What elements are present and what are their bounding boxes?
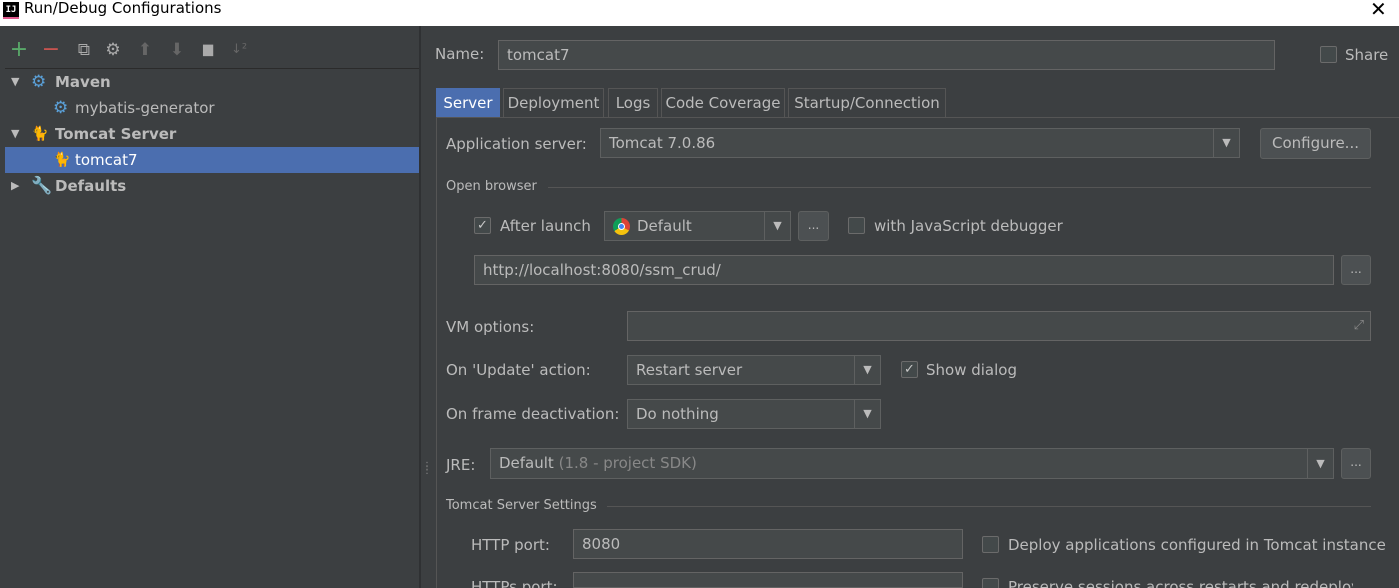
tree-item-label: Maven <box>55 73 111 91</box>
name-input[interactable]: tomcat7 <box>498 40 1275 70</box>
tree-item-defaults[interactable]: ▶ 🔧 Defaults <box>5 173 419 199</box>
browser-select[interactable]: Default ▼ <box>604 211 791 241</box>
maven-gear-icon: ⚙ <box>53 98 69 118</box>
jre-hint: (1.8 - project SDK) <box>558 454 697 472</box>
tree-item-mybatis-generator[interactable]: ⚙ mybatis-generator <box>5 95 419 121</box>
deploy-label: Deploy applications configured in Tomcat… <box>1008 536 1386 554</box>
application-server-label: Application server: <box>446 135 587 153</box>
jre-ellipsis-button[interactable]: ... <box>1341 448 1371 479</box>
wrench-icon: 🔧 <box>31 176 53 196</box>
chevron-down-icon[interactable]: ▼ <box>1307 449 1333 478</box>
chevron-down-icon[interactable]: ▼ <box>764 212 790 240</box>
splitter-grip-icon[interactable]: ⋮ ⋮ <box>422 462 432 476</box>
chevron-down-icon[interactable]: ▼ <box>854 400 880 428</box>
tab-server[interactable]: Server <box>436 88 500 117</box>
jre-label: JRE: <box>446 456 476 474</box>
preserve-sessions-label: Preserve sessions across restarts and re… <box>1008 578 1353 588</box>
vm-options-input[interactable]: ⤢ <box>627 311 1371 341</box>
https-port-label: HTTPs port: <box>471 578 558 588</box>
tree-item-label: Defaults <box>55 177 127 195</box>
show-dialog-label: Show dialog <box>926 361 1017 379</box>
move-up-icon[interactable]: ⬆ <box>134 38 156 62</box>
expand-arrow-icon[interactable]: ▼ <box>11 69 23 95</box>
configuration-tree: ▼ ⚙ Maven ⚙ mybatis-generator ▼ 🐈 Tomcat… <box>5 68 419 588</box>
name-label: Name: <box>435 45 485 63</box>
http-port-input[interactable]: 8080 <box>573 529 963 559</box>
remove-icon[interactable]: − <box>40 38 62 62</box>
close-icon[interactable]: ✕ <box>1370 0 1387 21</box>
collapse-arrow-icon[interactable]: ▶ <box>11 173 23 199</box>
application-server-select[interactable]: Tomcat 7.0.86 ▼ <box>600 128 1240 158</box>
configure-button[interactable]: Configure... <box>1260 128 1371 159</box>
tree-item-label: tomcat7 <box>75 151 138 169</box>
https-port-input[interactable] <box>573 572 963 588</box>
after-launch-checkbox[interactable]: ✓ <box>474 217 491 234</box>
tree-item-label: mybatis-generator <box>75 99 215 117</box>
js-debugger-checkbox[interactable] <box>848 217 865 234</box>
http-port-label: HTTP port: <box>471 536 550 554</box>
sort-icon[interactable]: ↓² <box>228 38 250 62</box>
chrome-icon-center <box>618 223 625 230</box>
tab-startup-connection[interactable]: Startup/Connection <box>788 88 946 117</box>
tree-item-maven[interactable]: ▼ ⚙ Maven <box>5 69 419 95</box>
copy-icon[interactable]: ⧉ <box>73 38 95 62</box>
intellij-app-icon: IJ <box>3 2 19 19</box>
tab-code-coverage[interactable]: Code Coverage <box>661 88 785 117</box>
chevron-down-icon[interactable]: ▼ <box>1213 129 1239 157</box>
vm-options-label: VM options: <box>446 318 535 336</box>
title-bar: IJ Run/Debug Configurations ✕ <box>0 0 1399 26</box>
edit-defaults-icon[interactable]: ⚙ <box>102 38 124 62</box>
tab-deployment[interactable]: Deployment <box>503 88 604 117</box>
tree-item-tomcat7[interactable]: 🐈 tomcat7 <box>5 147 419 173</box>
chevron-down-icon[interactable]: ▼ <box>854 356 880 384</box>
after-launch-label: After launch <box>500 217 591 235</box>
expand-arrow-icon[interactable]: ▼ <box>11 121 23 147</box>
tree-item-label: Tomcat Server <box>55 125 177 143</box>
section-divider <box>607 506 1371 507</box>
jre-value: Default <box>499 454 554 472</box>
tomcat-settings-section-label: Tomcat Server Settings <box>446 498 597 513</box>
splitter[interactable] <box>419 26 421 588</box>
browser-value: Default <box>637 217 692 235</box>
tomcat-icon: 🐈 <box>31 126 49 142</box>
share-label: Share <box>1345 46 1389 64</box>
window-title: Run/Debug Configurations <box>24 0 222 17</box>
startup-url-input[interactable]: http://localhost:8080/ssm_crud/ <box>474 255 1334 285</box>
jre-select[interactable]: Default (1.8 - project SDK) ▼ <box>490 448 1334 479</box>
deploy-checkbox[interactable] <box>982 536 999 553</box>
add-icon[interactable]: + <box>8 38 30 62</box>
expand-icon[interactable]: ⤢ <box>1354 312 1364 340</box>
tomcat-icon: 🐈 <box>53 152 71 168</box>
on-update-select[interactable]: Restart server ▼ <box>627 355 881 385</box>
section-divider <box>548 187 1371 188</box>
tab-logs[interactable]: Logs <box>608 88 658 117</box>
on-update-value: Restart server <box>636 361 743 379</box>
browser-ellipsis-button[interactable]: ... <box>798 211 829 241</box>
show-dialog-checkbox[interactable]: ✓ <box>901 361 918 378</box>
application-server-value: Tomcat 7.0.86 <box>609 134 716 152</box>
share-checkbox[interactable] <box>1320 46 1337 63</box>
tree-item-tomcat-server[interactable]: ▼ 🐈 Tomcat Server <box>5 121 419 147</box>
preserve-sessions-checkbox[interactable] <box>982 578 999 588</box>
on-frame-deactivation-select[interactable]: Do nothing ▼ <box>627 399 881 429</box>
url-ellipsis-button[interactable]: ... <box>1341 255 1371 285</box>
folder-icon[interactable]: ▆ <box>197 38 219 62</box>
on-frame-deactivation-label: On frame deactivation: <box>446 405 620 423</box>
on-frame-deactivation-value: Do nothing <box>636 405 719 423</box>
move-down-icon[interactable]: ⬇ <box>166 38 188 62</box>
open-browser-section-label: Open browser <box>446 179 537 194</box>
maven-gear-icon: ⚙ <box>31 72 47 92</box>
on-update-label: On 'Update' action: <box>446 361 591 379</box>
js-debugger-label: with JavaScript debugger <box>874 217 1063 235</box>
